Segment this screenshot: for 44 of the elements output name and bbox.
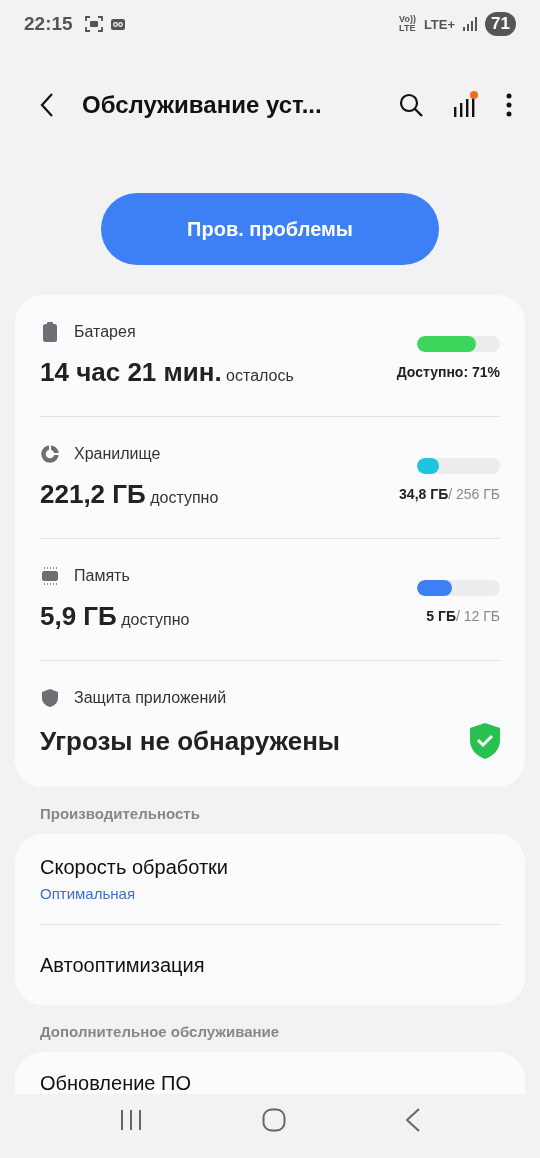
status-value: Угрозы не обнаружены <box>40 725 341 757</box>
status-label: Память <box>74 567 130 585</box>
recent-apps-icon <box>119 1109 144 1131</box>
status-row[interactable]: Защита приложений Угрозы не обнаружены <box>15 661 525 787</box>
section-title: Производительность <box>40 805 201 822</box>
usage-reading: 34,8 ГБ/ 256 ГБ <box>399 485 500 502</box>
status-row[interactable]: Память 5,9 ГБ доступно 5 ГБ/ 12 ГБ <box>15 539 525 660</box>
status-value: 5,9 ГБ доступно <box>40 601 190 632</box>
status-value: 14 час 21 мин. осталось <box>40 357 294 388</box>
battery-indicator: 71 <box>485 12 516 36</box>
status-time: 22:15 <box>24 13 73 35</box>
more-icon <box>506 93 512 117</box>
chip-icon <box>40 567 60 585</box>
section-title: Дополнительное обслуживание <box>40 1023 281 1040</box>
bar-chart-icon <box>452 91 478 119</box>
pie-chart-icon <box>40 445 60 463</box>
usage-reading: Доступно: 71% <box>396 363 500 380</box>
volte-indicator: Vo)) LTE <box>399 15 416 33</box>
settings-item[interactable]: Автооптимизация <box>15 925 525 1005</box>
battery-icon <box>40 322 60 342</box>
status-row[interactable]: Хранилище 221,2 ГБ доступно 34,8 ГБ/ 256 ГБ <box>15 417 525 538</box>
voicemail-icon <box>110 18 125 30</box>
status-label: Батарея <box>74 323 136 341</box>
settings-item[interactable]: Скорость обработки Оптимальная <box>15 834 525 924</box>
item-title: Скорость обработки <box>40 856 229 879</box>
home-icon <box>262 1108 286 1132</box>
page-title: Обслуживание уст... <box>82 91 323 119</box>
search-icon <box>398 92 424 118</box>
screenshot-icon <box>84 16 103 32</box>
check-problems-button[interactable]: Пров. проблемы <box>101 193 439 265</box>
status-label: Хранилище <box>74 445 161 463</box>
network-type: LTE+ <box>423 16 456 32</box>
status-value: 221,2 ГБ доступно <box>40 479 219 510</box>
signal-icon <box>463 17 478 31</box>
item-title: Обновление ПО <box>40 1072 192 1094</box>
back-icon <box>404 1108 421 1132</box>
settings-item[interactable]: Обновление ПО <box>15 1052 525 1094</box>
status-label: Защита приложений <box>74 689 227 707</box>
shield-icon <box>40 689 60 707</box>
back-icon <box>40 92 54 118</box>
usage-reading: 5 ГБ/ 12 ГБ <box>426 607 500 624</box>
item-title: Автооптимизация <box>40 953 206 977</box>
status-row[interactable]: Батарея 14 час 21 мин. осталось Доступно: 71% <box>15 295 525 416</box>
item-subtitle: Оптимальная <box>40 885 136 902</box>
